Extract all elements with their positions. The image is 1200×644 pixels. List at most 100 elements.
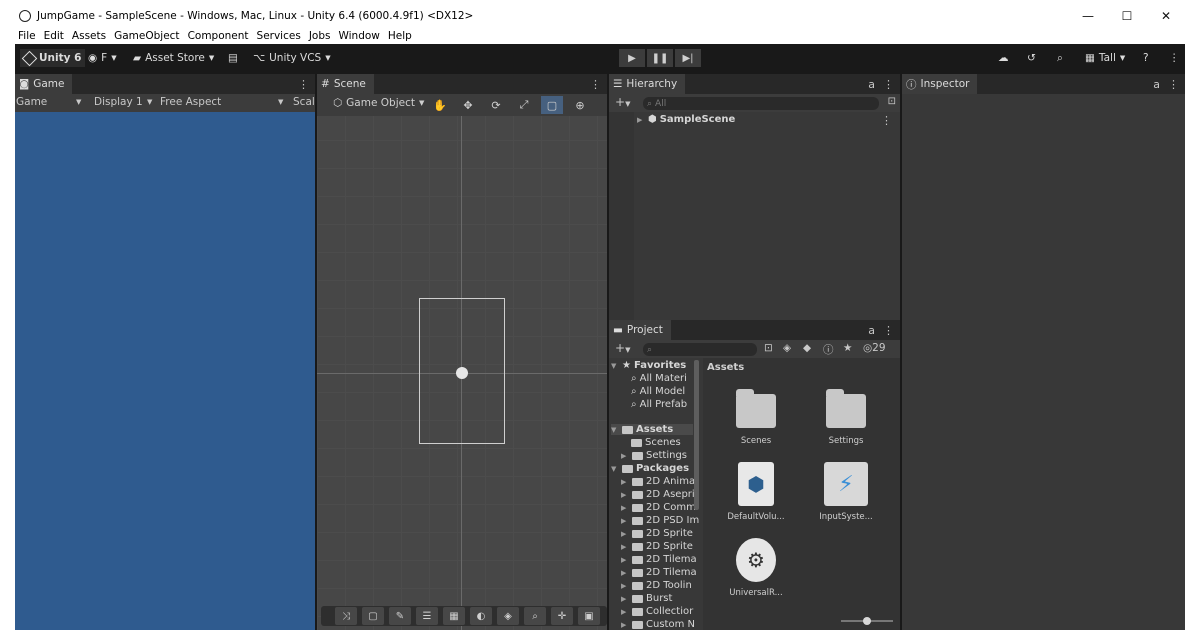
tree-scrollbar[interactable]: [694, 360, 699, 510]
menu-services[interactable]: Services: [257, 30, 301, 42]
asset-folder-scenes[interactable]: Scenes: [716, 389, 796, 446]
expand-arrow-icon[interactable]: ▶: [621, 530, 629, 538]
toolbar-more-button[interactable]: ⋮: [1169, 49, 1180, 67]
favorites-item[interactable]: ⌕ All Materi: [631, 373, 687, 384]
close-button[interactable]: ✕: [1147, 5, 1185, 27]
rect-tool-button[interactable]: ▢: [541, 96, 563, 114]
unity-vcs-dropdown[interactable]: ⌥ Unity VCS ▼: [253, 49, 331, 67]
expand-arrow-icon[interactable]: ▼: [611, 465, 619, 473]
pause-button[interactable]: ❚❚: [647, 49, 673, 67]
package-item[interactable]: ▶ Collectior: [621, 606, 693, 617]
scene-root-item[interactable]: ▶ ⬢ SampleScene: [637, 114, 735, 125]
menu-help[interactable]: Help: [388, 30, 412, 42]
expand-arrow-icon[interactable]: ▶: [621, 569, 629, 577]
label-tag-icon[interactable]: ◆: [803, 342, 811, 354]
menu-edit[interactable]: Edit: [44, 30, 64, 42]
expand-arrow-icon[interactable]: ▶: [621, 595, 629, 603]
display-dropdown[interactable]: Display 1: [94, 96, 143, 108]
expand-arrow-icon[interactable]: ▶: [621, 452, 629, 460]
expand-arrow-icon[interactable]: ▼: [611, 426, 619, 434]
menu-file[interactable]: File: [18, 30, 36, 42]
hierarchy-search-input[interactable]: ⌕ All: [643, 97, 879, 110]
package-item[interactable]: ▶ 2D Tilema: [621, 567, 697, 578]
tab-project[interactable]: ▬ Project: [609, 320, 671, 340]
more-vertical-icon[interactable]: ⋮: [1168, 78, 1179, 91]
more-vertical-icon[interactable]: ⋮: [883, 324, 894, 337]
create-asset-button[interactable]: +▼: [615, 341, 630, 355]
gameobject-dropdown[interactable]: ⬡ Game Object ▼: [333, 97, 424, 109]
game-mode-dropdown[interactable]: Game: [16, 96, 47, 108]
hand-tool-button[interactable]: ✋: [429, 96, 451, 114]
expand-arrow-icon[interactable]: ▶: [621, 621, 629, 629]
overlay-tool-10[interactable]: ▣: [578, 607, 600, 625]
expand-arrow-icon[interactable]: ▶: [621, 517, 629, 525]
tab-game[interactable]: ◙ Game: [15, 74, 73, 94]
overlay-tool-1[interactable]: ⤨: [335, 607, 357, 625]
assets-folder-item[interactable]: ▼ Assets: [611, 424, 693, 435]
menu-gameobject[interactable]: GameObject: [114, 30, 179, 42]
package-item[interactable]: ▶ 2D Toolin: [621, 580, 692, 591]
favorites-item[interactable]: ⌕ All Model: [631, 386, 685, 397]
layout-dropdown[interactable]: ▦ Tall ▼: [1085, 49, 1125, 67]
asset-folder-settings[interactable]: Settings: [806, 389, 886, 446]
overlay-tool-8[interactable]: ⌕: [524, 607, 546, 625]
asset-universal-render[interactable]: ⚙ UniversalR...: [716, 538, 796, 598]
scale-slider-label[interactable]: Scale: [293, 96, 315, 108]
hidden-packages-toggle[interactable]: ◎29: [863, 342, 886, 354]
folder-item[interactable]: ▶ Settings: [621, 450, 687, 461]
favorites-item[interactable]: ▼ ★ Favorites: [611, 360, 686, 371]
package-item[interactable]: ▶ 2D Anima: [621, 476, 695, 487]
game-view[interactable]: [15, 112, 315, 630]
overlay-tool-9[interactable]: ✛: [551, 607, 573, 625]
package-item[interactable]: ▶ 2D Tilema: [621, 554, 697, 565]
expand-arrow-icon[interactable]: ▶: [621, 608, 629, 616]
maximize-button[interactable]: ☐: [1108, 5, 1146, 27]
folder-item[interactable]: Scenes: [631, 437, 681, 448]
expand-arrow-icon[interactable]: ▶: [621, 582, 629, 590]
expand-arrow-icon[interactable]: ▶: [621, 556, 629, 564]
package-item[interactable]: ▶ 2D Sprite: [621, 541, 693, 552]
menu-component[interactable]: Component: [188, 30, 249, 42]
lock-icon[interactable]: a: [1153, 78, 1160, 91]
asset-default-volume[interactable]: ⬢ DefaultVolu...: [716, 462, 796, 522]
tab-hierarchy[interactable]: ☰ Hierarchy: [609, 74, 686, 94]
camera-gizmo-icon[interactable]: [456, 367, 468, 379]
expand-arrow-icon[interactable]: ▼: [611, 362, 619, 370]
move-tool-button[interactable]: ✥: [457, 96, 479, 114]
transform-tool-button[interactable]: ⊕: [569, 96, 591, 114]
cloud-button[interactable]: ☁: [998, 49, 1009, 67]
scale-tool-button[interactable]: ⤢: [513, 96, 535, 114]
create-button[interactable]: +▼: [615, 95, 630, 109]
project-search-input[interactable]: ⌕: [643, 343, 757, 356]
package-item[interactable]: ▶ 2D PSD Im: [621, 515, 699, 526]
menu-assets[interactable]: Assets: [72, 30, 106, 42]
rotate-tool-button[interactable]: ⟳: [485, 96, 507, 114]
package-item[interactable]: ▶ Custom N: [621, 619, 695, 630]
packages-folder-item[interactable]: ▼ Packages: [611, 463, 689, 474]
star-icon[interactable]: ★: [843, 342, 852, 354]
expand-arrow-icon[interactable]: ▶: [621, 543, 629, 551]
search-filter-icon[interactable]: ⊡: [764, 342, 773, 354]
icon-size-slider-thumb[interactable]: [863, 617, 871, 625]
more-vertical-icon[interactable]: ⋮: [590, 78, 601, 91]
asset-input-system[interactable]: ⚡ InputSyste...: [806, 462, 886, 522]
overlay-tool-5[interactable]: ▦: [443, 607, 465, 625]
overlay-tool-2[interactable]: ▢: [362, 607, 384, 625]
overlay-tool-4[interactable]: ☰: [416, 607, 438, 625]
overlay-tool-6[interactable]: ◐: [470, 607, 492, 625]
favorites-item[interactable]: ⌕ All Prefab: [631, 399, 687, 410]
scene-view[interactable]: [317, 112, 607, 630]
more-vertical-icon[interactable]: ⋮: [881, 114, 892, 127]
package-item[interactable]: ▶ 2D Sprite: [621, 528, 693, 539]
overlay-tool-3[interactable]: ✎: [389, 607, 411, 625]
tab-inspector[interactable]: ⓘ Inspector: [902, 74, 978, 94]
more-vertical-icon[interactable]: ⋮: [298, 78, 309, 91]
asset-store-dropdown[interactable]: ▰ Asset Store ▼: [133, 49, 214, 67]
package-item[interactable]: ▶ Burst: [621, 593, 672, 604]
expand-arrow-icon[interactable]: ▶: [621, 504, 629, 512]
expand-arrow-icon[interactable]: ▶: [637, 116, 645, 124]
aspect-dropdown[interactable]: Free Aspect: [160, 96, 221, 108]
unity-account-button[interactable]: Unity 6: [20, 49, 86, 67]
expand-arrow-icon[interactable]: ▶: [621, 491, 629, 499]
help-button[interactable]: ?: [1143, 49, 1149, 67]
